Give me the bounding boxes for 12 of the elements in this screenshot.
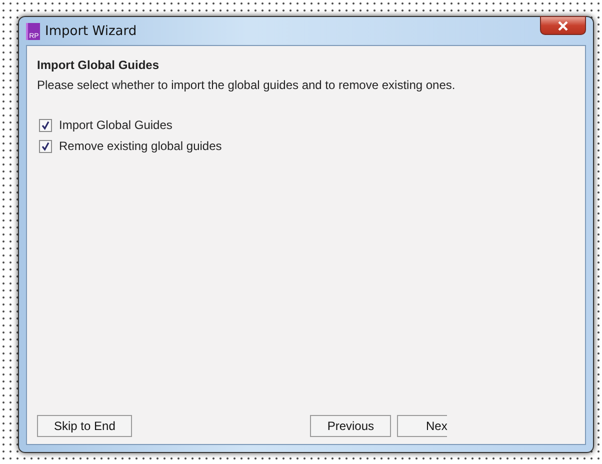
checkbox-label: Remove existing global guides: [59, 139, 222, 153]
next-button[interactable]: Nex: [397, 415, 447, 437]
previous-button[interactable]: Previous: [310, 415, 391, 437]
checkbox-label: Import Global Guides: [59, 118, 172, 132]
checkbox[interactable]: [39, 140, 52, 152]
window-title: Import Wizard: [45, 24, 137, 38]
close-button[interactable]: [540, 16, 586, 35]
section-heading: Import Global Guides: [37, 58, 160, 72]
close-icon: [557, 20, 569, 30]
checkbox[interactable]: [39, 118, 52, 132]
description-text: Please select whether to import the global guides and to remove existing ones.: [37, 78, 456, 92]
skip-button[interactable]: Skip to End: [37, 415, 132, 437]
